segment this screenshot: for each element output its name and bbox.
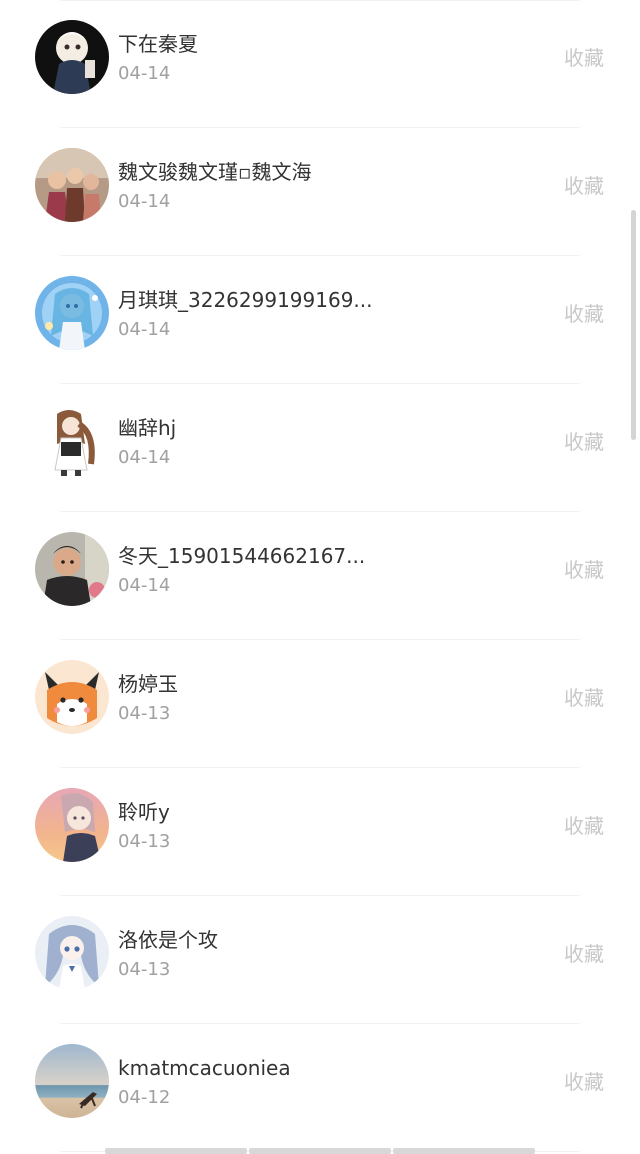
user-name: 幽辞hj xyxy=(118,416,177,440)
bottom-edge-bar xyxy=(105,1148,535,1154)
user-name: kmatmcacuoniea xyxy=(118,1056,291,1080)
favorites-list-page: 下在秦夏 04-14 收藏 魏文骏魏文瑾▫魏文海 04-14 收藏 月琪琪_32… xyxy=(0,0,640,1154)
user-name: 聆听y xyxy=(118,800,170,824)
favorite-button[interactable]: 收藏 xyxy=(564,173,604,199)
item-date: 04-13 xyxy=(118,959,171,980)
favorite-button[interactable]: 收藏 xyxy=(564,557,604,583)
list-item[interactable]: 杨婷玉 04-13 收藏 xyxy=(0,640,640,768)
avatar[interactable] xyxy=(35,20,109,94)
item-date: 04-14 xyxy=(118,191,171,212)
favorite-button[interactable]: 收藏 xyxy=(564,685,604,711)
bottom-edge-segment xyxy=(249,1148,391,1154)
list-item[interactable]: 聆听y 04-13 收藏 xyxy=(0,768,640,896)
list-item[interactable]: 下在秦夏 04-14 收藏 xyxy=(0,0,640,128)
item-date: 04-13 xyxy=(118,703,171,724)
bottom-edge-segment xyxy=(105,1148,247,1154)
avatar[interactable] xyxy=(35,660,109,734)
item-date: 04-12 xyxy=(118,1087,171,1108)
list-item[interactable]: 幽辞hj 04-14 收藏 xyxy=(0,384,640,512)
avatar[interactable] xyxy=(35,788,109,862)
avatar[interactable] xyxy=(35,148,109,222)
avatar[interactable] xyxy=(35,1044,109,1118)
favorite-button[interactable]: 收藏 xyxy=(564,429,604,455)
item-date: 04-14 xyxy=(118,63,171,84)
avatar[interactable] xyxy=(35,532,109,606)
bottom-edge-segment xyxy=(393,1148,535,1154)
list-item[interactable]: 月琪琪_3226299199169... 04-14 收藏 xyxy=(0,256,640,384)
list-item[interactable]: 冬天_15901544662167... 04-14 收藏 xyxy=(0,512,640,640)
user-name: 洛依是个攻 xyxy=(118,928,218,952)
avatar[interactable] xyxy=(35,404,109,478)
favorite-button[interactable]: 收藏 xyxy=(564,45,604,71)
list-item[interactable]: kmatmcacuoniea 04-12 收藏 xyxy=(0,1024,640,1152)
favorite-button[interactable]: 收藏 xyxy=(564,1069,604,1095)
favorite-button[interactable]: 收藏 xyxy=(564,813,604,839)
avatar[interactable] xyxy=(35,276,109,350)
list-item[interactable]: 魏文骏魏文瑾▫魏文海 04-14 收藏 xyxy=(0,128,640,256)
user-name: 杨婷玉 xyxy=(118,672,178,696)
user-list: 下在秦夏 04-14 收藏 魏文骏魏文瑾▫魏文海 04-14 收藏 月琪琪_32… xyxy=(0,0,640,1152)
item-date: 04-14 xyxy=(118,447,171,468)
user-name: 月琪琪_3226299199169... xyxy=(118,288,373,312)
item-date: 04-13 xyxy=(118,831,171,852)
vertical-scrollbar[interactable] xyxy=(631,210,636,440)
item-date: 04-14 xyxy=(118,319,171,340)
user-name: 魏文骏魏文瑾▫魏文海 xyxy=(118,160,312,184)
favorite-button[interactable]: 收藏 xyxy=(564,301,604,327)
item-date: 04-14 xyxy=(118,575,171,596)
favorite-button[interactable]: 收藏 xyxy=(564,941,604,967)
user-name: 冬天_15901544662167... xyxy=(118,544,366,568)
user-name: 下在秦夏 xyxy=(118,32,198,56)
avatar[interactable] xyxy=(35,916,109,990)
list-item[interactable]: 洛依是个攻 04-13 收藏 xyxy=(0,896,640,1024)
